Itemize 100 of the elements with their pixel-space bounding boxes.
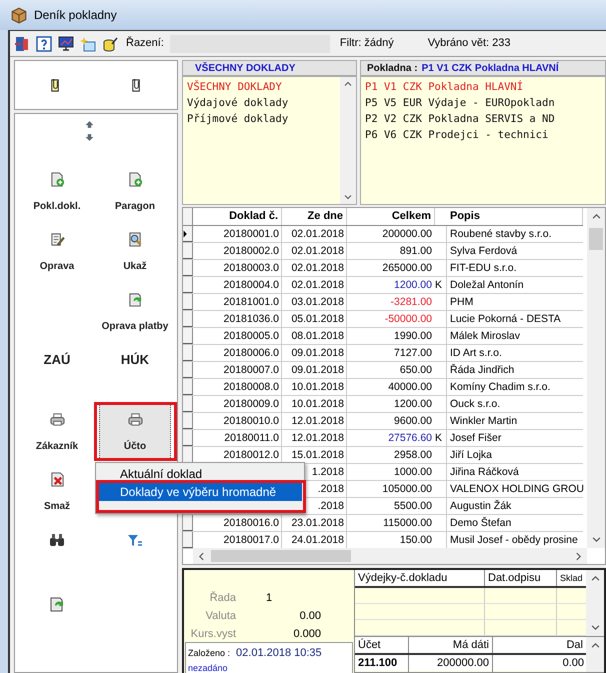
table-cell-text: Musil Josef - obědy prosine <box>449 533 579 548</box>
table-cell-text: Sylva Ferdová <box>449 244 518 259</box>
up-arrow-icon[interactable] <box>84 120 94 129</box>
row-selector[interactable] <box>183 226 193 242</box>
list-item[interactable]: P6 V6 CZK Prodejci - technici <box>365 127 605 143</box>
table-cell: 08.01.2018 <box>282 328 347 344</box>
menu-item[interactable]: Doklady ve výběru hromadně <box>98 483 302 501</box>
column-header[interactable]: Výdejky-č.dokladu <box>355 570 485 586</box>
column-header[interactable]: Popis <box>435 208 583 225</box>
table-cell-text: ID Art s.r.o. <box>449 346 503 361</box>
row-selector[interactable] <box>183 413 193 429</box>
table-cell: 20180006.0 <box>193 345 282 361</box>
table-cell: 20180005.0 <box>193 328 282 344</box>
monitor-icon[interactable] <box>58 36 74 52</box>
help-icon[interactable] <box>36 36 52 52</box>
column-header[interactable]: Celkem <box>347 208 435 225</box>
sparkle-folder-icon[interactable] <box>80 36 96 52</box>
toolbar-button[interactable]: Ukaž <box>99 222 171 278</box>
list-item[interactable]: VŠECHNY DOKLADY <box>187 79 340 95</box>
row-selector[interactable] <box>183 362 193 378</box>
scroll-thumb[interactable] <box>211 550 351 562</box>
scroll-left-icon[interactable] <box>197 552 206 560</box>
row-selector[interactable] <box>183 345 193 361</box>
table-cell: 200000.00 <box>409 655 493 672</box>
text-button[interactable]: HÚK <box>99 342 171 378</box>
table-cell-text: 0.00 <box>562 656 585 671</box>
scroll-down-icon[interactable] <box>344 193 352 201</box>
table-cell-text: 5500.00 <box>393 499 433 514</box>
table-cell-text: 891.00 <box>398 244 433 259</box>
document-arrows-icon <box>128 292 142 307</box>
binoculars-icon[interactable] <box>49 532 65 548</box>
scroll-down-icon[interactable] <box>590 623 600 632</box>
vertical-scrollbar[interactable] <box>586 570 604 636</box>
row-selector[interactable] <box>183 396 193 412</box>
down-arrow-icon[interactable] <box>84 133 94 142</box>
table-cell-text: 1200.00 <box>393 397 433 412</box>
row-selector[interactable] <box>183 311 193 327</box>
list-title: P1 V1 CZK Pokladna HLAVNÍ <box>422 61 559 76</box>
table-cell: K <box>435 277 447 293</box>
scroll-thumb[interactable] <box>589 228 603 250</box>
column-header[interactable]: Účet <box>355 637 409 653</box>
list-item[interactable]: P1 V1 CZK Pokladna HLAVNÍ <box>365 79 605 95</box>
printer-icon <box>50 412 64 427</box>
filter-status: Filtr: žádný <box>340 36 394 52</box>
table-cell: 20180009.0 <box>193 396 282 412</box>
scroll-up-icon[interactable] <box>590 641 600 650</box>
toolbar-button[interactable]: Oprava platby <box>99 282 171 338</box>
field-label: Řada <box>208 590 236 606</box>
row-selector[interactable] <box>183 515 193 531</box>
scroll-up-icon[interactable] <box>344 80 352 88</box>
row-selector[interactable] <box>183 260 193 276</box>
column-header[interactable]: Dat.odpisu <box>485 570 557 586</box>
table-cell: 20180008.0 <box>193 379 282 395</box>
scroll-down-icon[interactable] <box>592 535 600 544</box>
row-selector[interactable] <box>183 243 193 259</box>
filter-icon[interactable] <box>127 532 143 548</box>
column-header[interactable]: Doklad č. <box>193 208 282 225</box>
list-item[interactable]: Výdajové doklady <box>187 95 340 111</box>
toolbar-button[interactable]: Paragon <box>99 162 171 218</box>
table-cell-text: 1000.00 <box>393 465 433 480</box>
row-selector[interactable] <box>183 277 193 293</box>
box-icon <box>10 6 28 24</box>
wand-database-icon[interactable] <box>102 36 118 52</box>
note-text: nezadáno <box>188 662 229 673</box>
toolbar-button[interactable]: Účto <box>99 402 171 458</box>
table-cell-text: 40000.00 <box>387 380 433 395</box>
toolbar-button[interactable]: Oprava <box>21 222 93 278</box>
vertical-scrollbar[interactable] <box>340 77 356 204</box>
table-cell: 12.01.2018 <box>282 413 347 429</box>
table-cell: 02.01.2018 <box>282 226 347 242</box>
exit-door-icon[interactable] <box>14 36 30 52</box>
scroll-up-icon[interactable] <box>590 574 600 583</box>
row-selector[interactable] <box>183 328 193 344</box>
record-count: Vybráno vět: 233 <box>428 36 510 52</box>
scroll-up-icon[interactable] <box>592 212 600 221</box>
row-selector[interactable] <box>183 430 193 446</box>
document-arrows-icon[interactable] <box>49 596 65 612</box>
toolbar-button[interactable]: Pokl.dokl. <box>21 162 93 218</box>
table-cell-text: Doležal Antonín <box>449 278 525 293</box>
vertical-scrollbar[interactable] <box>587 208 605 548</box>
vertical-scrollbar[interactable] <box>586 637 604 672</box>
list-item[interactable]: P2 V2 CZK Pokladna SERVIS a ND <box>365 111 605 127</box>
row-selector[interactable] <box>183 294 193 310</box>
toolbar-button[interactable]: Smaž <box>21 462 93 518</box>
list-item[interactable]: P5 V5 EUR Výdaje - EUROpokladn <box>365 95 605 111</box>
table-cell-text: 27576.60 <box>387 431 433 446</box>
scroll-right-icon[interactable] <box>574 552 583 560</box>
row-selector[interactable] <box>183 532 193 548</box>
column-header[interactable]: Má dáti <box>409 637 493 653</box>
table-cell-text: 650.00 <box>398 363 433 378</box>
table-cell-text: 200000.00 <box>381 227 433 242</box>
column-header[interactable]: Ze dne <box>282 208 347 225</box>
toolbar-button[interactable]: Zákazník <box>21 402 93 458</box>
list-item[interactable]: Příjmové doklady <box>187 111 340 127</box>
document-plus-icon <box>128 172 142 187</box>
field-value: 0.000 <box>292 626 321 642</box>
edit-icon <box>50 232 64 247</box>
horizontal-scrollbar[interactable] <box>193 548 587 564</box>
text-button[interactable]: ZAÚ <box>21 342 93 378</box>
row-selector[interactable] <box>183 379 193 395</box>
